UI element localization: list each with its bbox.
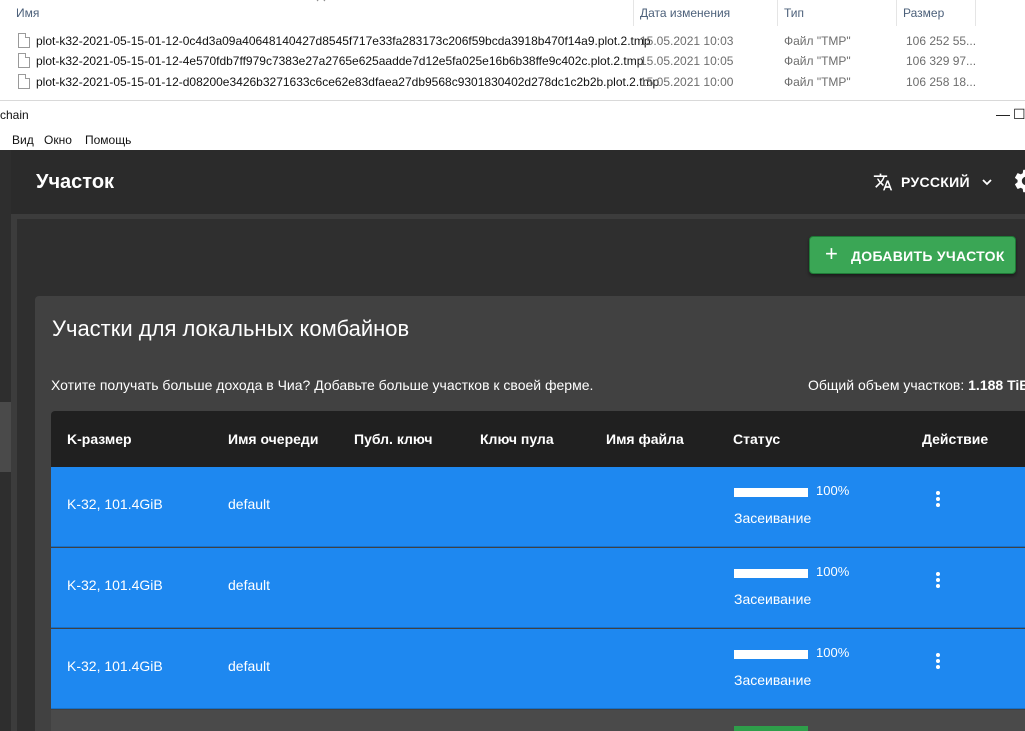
header-pubkey[interactable]: Публ. ключ xyxy=(354,431,432,447)
table-row[interactable] xyxy=(51,710,1025,731)
row-state: Засеивание xyxy=(734,510,812,526)
header-filename[interactable]: Имя файла xyxy=(606,431,684,447)
row-k-size: K-32, 101.4GiB xyxy=(67,496,163,512)
chevron-down-icon xyxy=(982,179,992,186)
row-queue: default xyxy=(228,496,271,512)
menu-help[interactable]: Помощь xyxy=(85,133,131,147)
translate-icon xyxy=(873,173,893,191)
main-content: + ДОБАВИТЬ УЧАСТОК Участки для локальных… xyxy=(17,219,1025,731)
column-separator[interactable] xyxy=(777,0,778,26)
menu-view[interactable]: Вид xyxy=(12,133,34,147)
file-icon xyxy=(18,53,30,68)
minimize-button[interactable]: — xyxy=(996,107,1010,121)
column-date[interactable]: Дата изменения xyxy=(640,6,730,20)
app-header: Участок РУССКИЙ xyxy=(11,150,1025,214)
scrollbar-thumb[interactable] xyxy=(0,402,11,472)
menu-window[interactable]: Окно xyxy=(44,133,72,147)
more-vertical-icon[interactable] xyxy=(935,653,941,673)
more-vertical-icon[interactable] xyxy=(935,572,941,592)
header-status[interactable]: Статус xyxy=(733,431,780,447)
row-k-size: K-32, 101.4GiB xyxy=(67,577,163,593)
progress-bar xyxy=(734,726,808,731)
total-label: Общий объем участков: xyxy=(808,377,965,393)
card-description: Хотите получать больше дохода в Чиа? Доб… xyxy=(51,377,594,393)
file-type: Файл "TMP" xyxy=(784,34,851,48)
file-type: Файл "TMP" xyxy=(784,54,851,68)
file-date: 15.05.2021 10:05 xyxy=(640,54,734,68)
progress-percent: 100% xyxy=(816,645,850,660)
column-type[interactable]: Тип xyxy=(784,6,804,20)
file-row[interactable]: plot-k32-2021-05-15-01-12-d08200e3426b32… xyxy=(0,72,1025,92)
table-header: K-размер Имя очереди Публ. ключ Ключ пул… xyxy=(51,411,1025,467)
window-titlebar[interactable]: chain — ☐ xyxy=(0,100,1025,128)
header-queue[interactable]: Имя очереди xyxy=(228,431,318,447)
file-icon xyxy=(18,74,30,89)
column-separator[interactable] xyxy=(633,0,634,26)
language-label: РУССКИЙ xyxy=(901,174,970,190)
card-title: Участки для локальных комбайнов xyxy=(52,316,410,341)
side-scrollbar[interactable] xyxy=(0,150,11,731)
column-separator[interactable] xyxy=(975,0,976,26)
menu-bar: Вид Окно Помощь xyxy=(0,128,1025,150)
column-size[interactable]: Размер xyxy=(903,6,944,20)
page-title: Участок xyxy=(36,171,115,193)
local-plots-card: Участки для локальных комбайнов Хотите п… xyxy=(35,296,1025,731)
explorer-column-header: Имя Дата изменения Тип Размер xyxy=(0,0,1025,26)
add-plot-label: ДОБАВИТЬ УЧАСТОК xyxy=(851,248,1005,264)
file-date: 15.05.2021 10:00 xyxy=(640,75,734,89)
row-state: Засеивание xyxy=(734,672,812,688)
progress-bar xyxy=(734,569,808,578)
row-queue: default xyxy=(228,577,271,593)
file-size: 106 329 97... xyxy=(906,54,977,68)
column-separator[interactable] xyxy=(896,0,897,26)
column-name[interactable]: Имя xyxy=(16,6,39,20)
row-k-size: K-32, 101.4GiB xyxy=(67,658,163,674)
table-row[interactable]: K-32, 101.4GiB default 100% Засеивание xyxy=(51,467,1025,547)
progress-percent: 100% xyxy=(816,564,850,579)
file-row[interactable]: plot-k32-2021-05-15-01-12-0c4d3a09a40648… xyxy=(0,31,1025,51)
file-icon xyxy=(18,33,30,48)
sort-up-icon xyxy=(316,0,326,2)
file-explorer: Имя Дата изменения Тип Размер plot-k32-2… xyxy=(0,0,1025,100)
window-title: chain xyxy=(0,108,29,122)
header-pool-key[interactable]: Ключ пула xyxy=(480,431,554,447)
file-name: plot-k32-2021-05-15-01-12-4e570fdb7ff979… xyxy=(36,54,644,68)
add-plot-button[interactable]: + ДОБАВИТЬ УЧАСТОК xyxy=(809,236,1016,274)
row-queue: default xyxy=(228,658,271,674)
file-type: Файл "TMP" xyxy=(784,75,851,89)
progress-percent: 100% xyxy=(816,483,850,498)
row-state: Засеивание xyxy=(734,591,812,607)
table-row[interactable]: K-32, 101.4GiB default 100% Засеивание xyxy=(51,548,1025,628)
plus-icon: + xyxy=(825,241,838,266)
file-size: 106 258 18... xyxy=(906,75,977,89)
table-row[interactable]: K-32, 101.4GiB default 100% Засеивание xyxy=(51,629,1025,709)
total-value: 1.188 TiB xyxy=(968,377,1025,393)
progress-bar xyxy=(734,650,808,659)
gear-icon[interactable] xyxy=(1012,167,1025,195)
header-action: Действие xyxy=(922,431,989,447)
total-plot-size: Общий объем участков: 1.188 TiB xyxy=(808,377,1025,393)
file-date: 15.05.2021 10:03 xyxy=(640,34,734,48)
progress-bar xyxy=(734,488,808,497)
more-vertical-icon[interactable] xyxy=(935,491,941,511)
chia-app: Участок РУССКИЙ + ДОБАВИТЬ УЧАСТОК Участ… xyxy=(0,150,1025,731)
file-size: 106 252 55... xyxy=(906,34,977,48)
file-name: plot-k32-2021-05-15-01-12-0c4d3a09a40648… xyxy=(36,34,651,48)
maximize-button[interactable]: ☐ xyxy=(1013,107,1025,121)
header-k-size[interactable]: K-размер xyxy=(67,431,132,447)
file-name: plot-k32-2021-05-15-01-12-d08200e3426b32… xyxy=(36,75,660,89)
file-row[interactable]: plot-k32-2021-05-15-01-12-4e570fdb7ff979… xyxy=(0,51,1025,71)
